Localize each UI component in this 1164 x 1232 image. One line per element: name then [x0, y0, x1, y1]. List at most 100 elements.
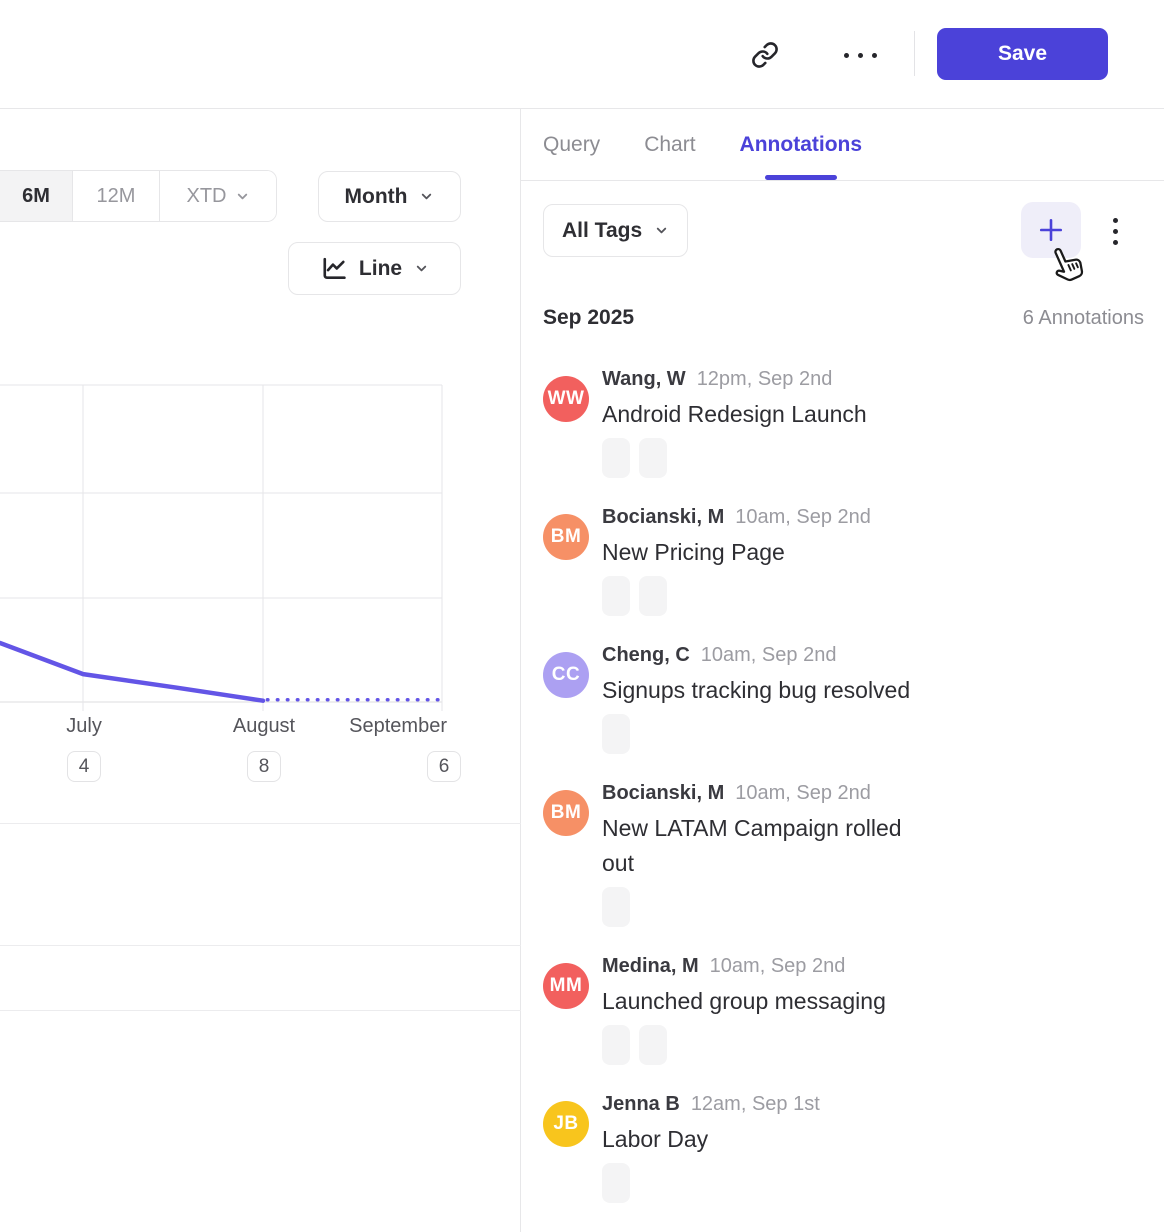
plus-icon [1038, 217, 1064, 243]
annotation-tags [602, 887, 1148, 927]
avatar: MM [543, 963, 589, 1009]
annotation-item[interactable]: BM Bocianski, M 10am, Sep 2nd New LATAM … [543, 782, 1148, 927]
annotation-title: New Pricing Page [602, 535, 914, 570]
tag-pill[interactable] [602, 576, 630, 616]
annotation-header: Jenna B 12am, Sep 1st [602, 1093, 1148, 1121]
chevron-down-icon [235, 189, 250, 204]
annotation-item[interactable]: JB Jenna B 12am, Sep 1st Labor Day [543, 1093, 1148, 1203]
annotation-count-badges: 4 8 6 [0, 751, 521, 783]
annotation-list: WW Wang, W 12pm, Sep 2nd Android Redesig… [543, 368, 1148, 1231]
x-axis-labels: July August September [0, 715, 521, 743]
tab-label: Query [543, 133, 600, 157]
tag-pill[interactable] [602, 1025, 630, 1065]
table-header-row [0, 823, 521, 945]
group-month-title: Sep 2025 [543, 306, 634, 330]
annotation-header: Medina, M 10am, Sep 2nd [602, 955, 1148, 983]
line-chart: July August September 4 8 6 [0, 385, 521, 805]
granularity-dropdown[interactable]: Month [318, 171, 461, 222]
annotation-body: Medina, M 10am, Sep 2nd Launched group m… [602, 955, 1148, 1065]
annotation-author: Medina, M [602, 955, 699, 978]
group-annotation-count: 6 Annotations [1023, 307, 1144, 330]
tag-pill[interactable] [639, 438, 667, 478]
tag-pill[interactable] [639, 1025, 667, 1065]
more-options-button[interactable] [838, 36, 882, 74]
tab-label: Annotations [740, 133, 862, 157]
annotation-item[interactable]: BM Bocianski, M 10am, Sep 2nd New Pricin… [543, 506, 1148, 616]
topbar-divider [914, 31, 915, 76]
annotation-timestamp: 10am, Sep 2nd [735, 782, 871, 805]
annotation-timestamp: 12pm, Sep 2nd [697, 368, 833, 391]
annotation-header: Wang, W 12pm, Sep 2nd [602, 368, 1148, 396]
annotation-author: Wang, W [602, 368, 686, 391]
annotation-timestamp: 10am, Sep 2nd [735, 506, 871, 529]
range-12m-label: 12M [97, 185, 136, 208]
avatar: BM [543, 790, 589, 836]
tag-filter-dropdown[interactable]: All Tags [543, 204, 688, 257]
annotation-title: Signups tracking bug resolved [602, 673, 914, 708]
tag-pill[interactable] [639, 576, 667, 616]
annotation-tags [602, 1025, 1148, 1065]
annotation-title: Labor Day [602, 1122, 914, 1157]
annotation-author: Cheng, C [602, 644, 690, 667]
line-chart-icon [320, 257, 347, 281]
annotation-title: New LATAM Campaign rolled out [602, 811, 914, 881]
annotations-menu-button[interactable] [1097, 211, 1133, 251]
tag-pill[interactable] [602, 714, 630, 754]
tag-pill[interactable] [602, 438, 630, 478]
annotation-title: Launched group messaging [602, 984, 914, 1019]
tab-query[interactable]: Query [543, 109, 600, 180]
avatar: WW [543, 376, 589, 422]
avatar: CC [543, 652, 589, 698]
annotation-tags [602, 438, 1148, 478]
tab-annotations[interactable]: Annotations [740, 109, 862, 180]
annotation-count-badge[interactable]: 6 [427, 751, 461, 782]
range-6m-label: 6M [22, 185, 50, 208]
annotation-tags [602, 1163, 1148, 1203]
range-xtd-label: XTD [187, 185, 227, 208]
chevron-down-icon [414, 261, 429, 276]
annotation-timestamp: 10am, Sep 2nd [710, 955, 846, 978]
add-annotation-button[interactable] [1021, 202, 1081, 258]
save-button[interactable]: Save [937, 28, 1108, 80]
annotation-item[interactable]: WW Wang, W 12pm, Sep 2nd Android Redesig… [543, 368, 1148, 478]
chevron-down-icon [419, 189, 434, 204]
annotation-author: Bocianski, M [602, 782, 724, 805]
annotation-tags [602, 714, 1148, 754]
panel-tabs: Query Chart Annotations [543, 109, 862, 180]
date-range-control: 6M 12M XTD [0, 170, 277, 222]
annotation-timestamp: 10am, Sep 2nd [701, 644, 837, 667]
annotation-item[interactable]: CC Cheng, C 10am, Sep 2nd Signups tracki… [543, 644, 1148, 754]
annotation-header: Cheng, C 10am, Sep 2nd [602, 644, 1148, 672]
tabs-border [521, 180, 1164, 181]
x-axis-label: September [349, 715, 447, 738]
annotation-author: Bocianski, M [602, 506, 724, 529]
annotation-body: Bocianski, M 10am, Sep 2nd New Pricing P… [602, 506, 1148, 616]
annotation-title: Android Redesign Launch [602, 397, 914, 432]
chart-type-dropdown[interactable]: Line [288, 242, 461, 295]
range-6m-button[interactable]: 6M [0, 171, 73, 221]
chart-editor-app: Save 6M 12M XTD Month Line [0, 0, 1164, 1232]
granularity-label: Month [345, 185, 408, 209]
annotation-header: Bocianski, M 10am, Sep 2nd [602, 782, 1148, 810]
annotation-count-badge[interactable]: 8 [247, 751, 281, 782]
x-axis-label: August [233, 715, 295, 738]
chevron-down-icon [654, 223, 669, 238]
annotation-author: Jenna B [602, 1093, 680, 1116]
range-12m-button[interactable]: 12M [73, 171, 160, 221]
annotation-tags [602, 576, 1148, 616]
annotation-count-badge[interactable]: 4 [67, 751, 101, 782]
copy-link-button[interactable] [746, 36, 784, 74]
x-axis-label: July [66, 715, 102, 738]
range-xtd-button[interactable]: XTD [160, 171, 276, 221]
annotation-header: Bocianski, M 10am, Sep 2nd [602, 506, 1148, 534]
annotation-body: Jenna B 12am, Sep 1st Labor Day [602, 1093, 1148, 1203]
tag-pill[interactable] [602, 1163, 630, 1203]
avatar: BM [543, 514, 589, 560]
chart-type-label: Line [359, 257, 402, 281]
annotation-body: Bocianski, M 10am, Sep 2nd New LATAM Cam… [602, 782, 1148, 927]
tag-pill[interactable] [602, 887, 630, 927]
tab-chart[interactable]: Chart [644, 109, 695, 180]
ellipsis-icon [844, 53, 877, 58]
annotation-item[interactable]: MM Medina, M 10am, Sep 2nd Launched grou… [543, 955, 1148, 1065]
avatar: JB [543, 1101, 589, 1147]
